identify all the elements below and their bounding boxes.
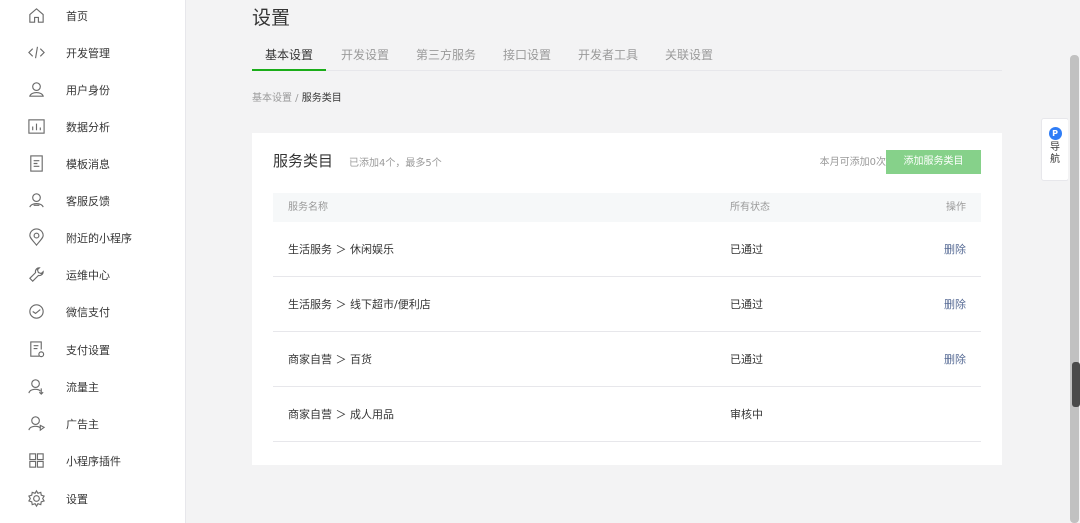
category-name: 商家自营 ＞ 百货 (288, 353, 372, 366)
sidebar-item-label: 小程序插件 (66, 454, 121, 468)
add-category-button[interactable]: 添加服务类目 (886, 150, 981, 174)
sidebar-item-label: 运维中心 (66, 268, 110, 282)
sidebar-item-traffic-owner[interactable]: 流量主 (0, 368, 185, 405)
sidebar-item-template-message[interactable]: 模板消息 (0, 145, 185, 182)
pay-settings-icon (26, 340, 46, 360)
chart-icon (26, 117, 46, 137)
location-icon (26, 228, 46, 248)
user-icon (26, 80, 46, 100)
sidebar-item-label: 首页 (66, 9, 88, 23)
sidebar-item-label: 模板消息 (66, 157, 110, 171)
tab-dev-settings[interactable]: 开发设置 (341, 40, 389, 71)
category-status: 已通过 (730, 243, 763, 256)
scroll-handle-widget[interactable] (1072, 362, 1080, 407)
breadcrumb-current: 服务类目 (301, 93, 342, 104)
sidebar: 首页 开发管理 用户身份 数据分析 模板消息 客服反馈 附近的小程序 运维中心 … (0, 0, 186, 523)
column-header-name: 服务名称 (288, 202, 328, 213)
template-icon (26, 154, 46, 174)
table-row: 生活服务 ＞ 休闲娱乐 已通过 删除 (273, 222, 981, 277)
delete-link[interactable]: 删除 (944, 277, 966, 332)
sidebar-item-label: 流量主 (66, 380, 99, 394)
sidebar-item-label: 用户身份 (66, 83, 110, 97)
sidebar-item-customer-service[interactable]: 客服反馈 (0, 182, 185, 219)
tab-basic-settings[interactable]: 基本设置 (252, 40, 326, 71)
category-count-hint: 已添加4个，最多5个 (349, 158, 442, 169)
sidebar-item-label: 数据分析 (66, 120, 110, 134)
sidebar-item-label: 设置 (66, 492, 88, 506)
traffic-icon (26, 377, 46, 397)
delete-link[interactable]: 删除 (944, 222, 966, 277)
table-row: 商家自营 ＞ 成人用品 审核中 (273, 387, 981, 442)
settings-tabs: 基本设置 开发设置 第三方服务 接口设置 开发者工具 关联设置 (252, 40, 1002, 71)
table-row: 生活服务 ＞ 线下超市/便利店 已通过 删除 (273, 277, 981, 332)
gear-icon (26, 489, 46, 509)
table-row: 商家自营 ＞ 百货 已通过 删除 (273, 332, 981, 387)
plugin-icon (26, 451, 46, 471)
category-status: 已通过 (730, 298, 763, 311)
category-name: 生活服务 ＞ 线下超市/便利店 (288, 298, 431, 311)
sidebar-item-advertiser[interactable]: 广告主 (0, 405, 185, 442)
sidebar-item-user-identity[interactable]: 用户身份 (0, 71, 185, 108)
column-header-action: 操作 (946, 202, 966, 213)
tab-third-party[interactable]: 第三方服务 (416, 40, 476, 71)
breadcrumb: 基本设置 / 服务类目 (252, 89, 342, 104)
sidebar-item-plugins[interactable]: 小程序插件 (0, 442, 185, 479)
monthly-quota-text: 本月可添加0次 (819, 157, 886, 168)
sidebar-item-label: 客服反馈 (66, 194, 110, 208)
category-status: 审核中 (730, 408, 763, 421)
page-title: 设置 (252, 7, 291, 29)
home-icon (26, 6, 46, 26)
category-name: 商家自营 ＞ 成人用品 (288, 408, 394, 421)
tab-api-settings[interactable]: 接口设置 (503, 40, 551, 71)
sidebar-item-wechat-pay[interactable]: 微信支付 (0, 293, 185, 330)
sidebar-item-home[interactable]: 首页 (0, 0, 185, 34)
scrollbar-thumb[interactable] (1070, 55, 1079, 523)
table-header: 服务名称 所有状态 操作 (273, 193, 981, 222)
code-icon (26, 43, 46, 63)
sidebar-item-label: 开发管理 (66, 46, 110, 60)
column-header-status[interactable]: 所有状态 (730, 193, 770, 222)
navigation-guide-button[interactable]: P 导航 (1041, 118, 1069, 181)
sidebar-item-analytics[interactable]: 数据分析 (0, 108, 185, 145)
breadcrumb-parent[interactable]: 基本设置 (252, 93, 292, 104)
sidebar-item-settings[interactable]: 设置 (0, 480, 185, 517)
sidebar-item-label: 附近的小程序 (66, 231, 132, 245)
service-category-card: 服务类目 已添加4个，最多5个 本月可添加0次 添加服务类目 服务名称 所有状态… (252, 133, 1002, 465)
pay-icon (26, 302, 46, 322)
category-status: 已通过 (730, 353, 763, 366)
category-name: 生活服务 ＞ 休闲娱乐 (288, 243, 394, 256)
sidebar-item-label: 支付设置 (66, 343, 110, 357)
sidebar-item-label: 微信支付 (66, 305, 110, 319)
card-title: 服务类目 (273, 152, 334, 170)
guide-label: 导航 (1050, 142, 1060, 165)
sidebar-item-nearby[interactable]: 附近的小程序 (0, 219, 185, 256)
delete-link[interactable]: 删除 (944, 332, 966, 387)
breadcrumb-separator: / (292, 93, 302, 104)
sidebar-item-ops-center[interactable]: 运维中心 (0, 256, 185, 293)
tab-link-settings[interactable]: 关联设置 (665, 40, 713, 71)
guide-badge-icon: P (1048, 127, 1062, 140)
service-icon (26, 191, 46, 211)
sidebar-item-pay-settings[interactable]: 支付设置 (0, 331, 185, 368)
tab-dev-tools[interactable]: 开发者工具 (578, 40, 638, 71)
wrench-icon (26, 265, 46, 285)
advertiser-icon (26, 414, 46, 434)
sidebar-item-label: 广告主 (66, 417, 99, 431)
sidebar-item-dev-manage[interactable]: 开发管理 (0, 34, 185, 71)
